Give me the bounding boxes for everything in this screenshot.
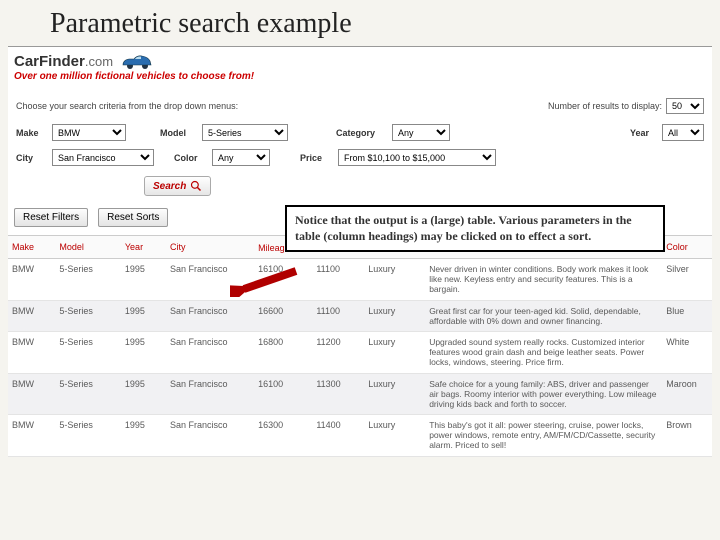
cell-price: 11100: [312, 300, 364, 331]
category-label: Category: [336, 128, 384, 138]
cell-city: San Francisco: [166, 373, 254, 415]
table-row: BMW5-Series1995San Francisco1610011300Lu…: [8, 373, 712, 415]
cell-city: San Francisco: [166, 415, 254, 457]
cell-model: 5-Series: [55, 373, 120, 415]
filter-panel: Make BMW Model 5-Series Category Any Yea…: [8, 120, 712, 204]
brand-suffix: .com: [85, 54, 113, 69]
cell-make: BMW: [8, 300, 55, 331]
color-label: Color: [174, 153, 204, 163]
cell-model: 5-Series: [55, 259, 120, 301]
table-row: BMW5-Series1995San Francisco1660011100Lu…: [8, 300, 712, 331]
cell-price: 11100: [312, 259, 364, 301]
year-label: Year: [630, 128, 654, 138]
cell-description: Safe choice for a young family: ABS, dri…: [425, 373, 662, 415]
brand-bar: CarFinder.com: [8, 47, 712, 71]
city-select[interactable]: San Francisco: [52, 149, 154, 166]
cell-city: San Francisco: [166, 331, 254, 373]
cell-description: Great first car for your teen-aged kid. …: [425, 300, 662, 331]
annotation-callout: Notice that the output is a (large) tabl…: [285, 205, 665, 252]
col-color[interactable]: Color: [662, 236, 712, 259]
cell-price: 11200: [312, 331, 364, 373]
cell-color: White: [662, 331, 712, 373]
cell-category: Luxury: [364, 415, 425, 457]
col-model[interactable]: Model: [55, 236, 120, 259]
cell-year: 1995: [121, 373, 166, 415]
make-select[interactable]: BMW: [52, 124, 126, 141]
cell-description: This baby's got it all: power steering, …: [425, 415, 662, 457]
cell-city: San Francisco: [166, 300, 254, 331]
year-select[interactable]: All: [662, 124, 704, 141]
col-make[interactable]: Make: [8, 236, 55, 259]
cell-category: Luxury: [364, 259, 425, 301]
cell-category: Luxury: [364, 373, 425, 415]
brand-name: CarFinder: [14, 53, 85, 70]
cell-mileage: 16100: [254, 373, 312, 415]
cell-year: 1995: [121, 331, 166, 373]
car-icon: [119, 51, 155, 71]
cell-price: 11400: [312, 415, 364, 457]
annotation-arrow-icon: [230, 265, 300, 297]
color-select[interactable]: Any: [212, 149, 270, 166]
table-row: BMW5-Series1995San Francisco1610011100Lu…: [8, 259, 712, 301]
make-label: Make: [16, 128, 44, 138]
num-display-label: Number of results to display:: [548, 101, 662, 111]
cell-description: Never driven in winter conditions. Body …: [425, 259, 662, 301]
col-city[interactable]: City: [166, 236, 254, 259]
cell-model: 5-Series: [55, 331, 120, 373]
cell-make: BMW: [8, 331, 55, 373]
num-display-select[interactable]: 50: [666, 98, 704, 114]
search-button-label: Search: [153, 181, 186, 192]
model-select[interactable]: 5-Series: [202, 124, 288, 141]
cell-year: 1995: [121, 415, 166, 457]
cell-color: Silver: [662, 259, 712, 301]
cell-mileage: 16300: [254, 415, 312, 457]
price-label: Price: [300, 153, 330, 163]
cell-mileage: 16600: [254, 300, 312, 331]
reset-sorts-button[interactable]: Reset Sorts: [98, 208, 168, 227]
tagline: Over one million fictional vehicles to c…: [8, 71, 712, 88]
cell-make: BMW: [8, 259, 55, 301]
table-row: BMW5-Series1995San Francisco1630011400Lu…: [8, 415, 712, 457]
brand-logo: CarFinder.com: [14, 53, 113, 70]
slide-title: Parametric search example: [0, 0, 720, 46]
cell-description: Upgraded sound system really rocks. Cust…: [425, 331, 662, 373]
cell-year: 1995: [121, 259, 166, 301]
col-year[interactable]: Year: [121, 236, 166, 259]
price-select[interactable]: From $10,100 to $15,000: [338, 149, 496, 166]
reset-filters-button[interactable]: Reset Filters: [14, 208, 88, 227]
cell-model: 5-Series: [55, 300, 120, 331]
search-icon: [190, 180, 202, 192]
cell-make: BMW: [8, 373, 55, 415]
category-select[interactable]: Any: [392, 124, 450, 141]
cell-category: Luxury: [364, 300, 425, 331]
city-label: City: [16, 153, 44, 163]
cell-color: Brown: [662, 415, 712, 457]
cell-color: Maroon: [662, 373, 712, 415]
cell-category: Luxury: [364, 331, 425, 373]
cell-mileage: 16800: [254, 331, 312, 373]
table-row: BMW5-Series1995San Francisco1680011200Lu…: [8, 331, 712, 373]
cell-color: Blue: [662, 300, 712, 331]
model-label: Model: [160, 128, 194, 138]
cell-model: 5-Series: [55, 415, 120, 457]
instruction-text: Choose your search criteria from the dro…: [16, 101, 238, 111]
cell-price: 11300: [312, 373, 364, 415]
results-table: Make Model Year City Mileage✦ Price✦ Cat…: [8, 235, 712, 457]
search-button[interactable]: Search: [144, 176, 211, 196]
cell-year: 1995: [121, 300, 166, 331]
cell-make: BMW: [8, 415, 55, 457]
